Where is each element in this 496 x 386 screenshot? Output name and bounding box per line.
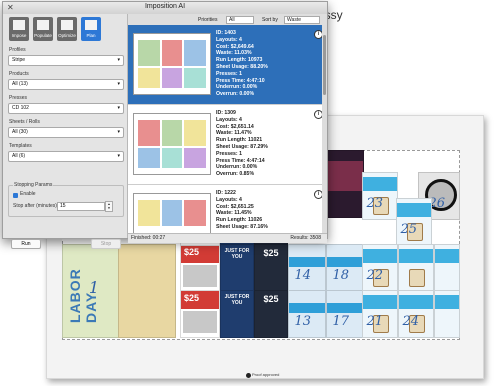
coupon-card: 17 xyxy=(326,290,364,338)
plan-icon xyxy=(85,20,97,30)
priorities-select[interactable]: All xyxy=(226,16,254,24)
products-select[interactable]: All (13) ▾ xyxy=(8,79,124,90)
status-bar: Finished: 00:27 Results: 3508 xyxy=(128,233,327,243)
labor-day-card xyxy=(118,244,176,338)
result-row[interactable]: ID: 1222 Layouts: 4 Cost: $2,651.25 Wast… xyxy=(128,185,322,233)
coupon-card xyxy=(398,244,434,292)
optimize-icon xyxy=(61,20,73,30)
sheets-select[interactable]: All (30) ▾ xyxy=(8,127,124,138)
coupon-card xyxy=(434,290,460,338)
result-thumbnail xyxy=(133,33,211,95)
result-thumbnail xyxy=(133,113,211,175)
templates-select[interactable]: All (6) ▾ xyxy=(8,151,124,162)
stop-button[interactable]: Stop xyxy=(91,239,121,249)
chevron-down-icon: ▾ xyxy=(117,81,120,87)
coupon-card: 18 xyxy=(326,244,364,292)
result-details: ID: 1403 Layouts: 4 Cost: $2,649.64 Wast… xyxy=(216,30,268,98)
info-icon[interactable]: i xyxy=(314,30,322,39)
coupon-card: 13 xyxy=(288,290,326,338)
priorities-label: Priorities xyxy=(198,17,218,23)
settings-panel: Impose Populate Optimize Plan Profiles S… xyxy=(3,14,128,249)
chevron-down-icon: ▾ xyxy=(117,153,120,159)
coupon-card xyxy=(434,244,460,292)
plan-button[interactable]: Plan xyxy=(81,17,101,41)
populate-button[interactable]: Populate xyxy=(33,17,53,41)
stopping-params-group: Stopping Params Enable Stop after (minut… xyxy=(8,182,124,217)
profiles-label: Profiles xyxy=(9,47,26,53)
presses-select[interactable]: CD 102 ▾ xyxy=(8,103,124,114)
run-button[interactable]: Run xyxy=(11,239,41,249)
promo-card: JUST FOR YOU xyxy=(220,244,254,292)
stop-after-input[interactable]: 15 xyxy=(57,202,105,211)
optimize-button[interactable]: Optimize xyxy=(57,17,77,41)
impose-button[interactable]: Impose xyxy=(9,17,29,41)
coupon-card: 25 xyxy=(396,198,432,246)
coupon-card: 23 xyxy=(362,172,398,220)
result-details: ID: 1309 Layouts: 4 Cost: $2,651.14 Wast… xyxy=(216,110,268,178)
finished-time: Finished: 00:27 xyxy=(131,235,166,241)
results-count: Results: 3508 xyxy=(290,235,321,241)
chevron-down-icon: ▾ xyxy=(117,57,120,63)
result-thumbnail xyxy=(133,193,211,233)
profiles-select[interactable]: Stripe ▾ xyxy=(8,55,124,66)
products-label: Products xyxy=(9,71,29,77)
enable-label: Enable xyxy=(20,191,36,197)
results-scrollbar[interactable] xyxy=(322,25,327,233)
coupon-card: 24 xyxy=(398,290,434,338)
sort-by-select[interactable]: Waste xyxy=(284,16,320,24)
presses-label: Presses xyxy=(9,95,28,101)
window-title: Imposition AI xyxy=(144,3,186,10)
registration-mark xyxy=(246,373,251,378)
coupon-card: 22 xyxy=(362,244,398,292)
populate-icon xyxy=(37,20,49,30)
result-details: ID: 1222 Layouts: 4 Cost: $2,651.25 Wast… xyxy=(216,190,268,230)
coupon-card: 21 xyxy=(362,290,398,338)
promo-card: $25 xyxy=(254,290,288,338)
info-icon[interactable]: i xyxy=(314,110,322,119)
results-panel: Priorities All Sort by Waste ID: 1403 La… xyxy=(128,14,327,243)
result-row[interactable]: ID: 1309 Layouts: 4 Cost: $2,651.14 Wast… xyxy=(128,105,322,185)
proof-approved-label: Proof approved xyxy=(252,372,280,377)
sheets-label: Sheets / Rolls xyxy=(9,119,40,125)
stopping-params-label: Stopping Params xyxy=(13,182,54,188)
enable-checkbox[interactable] xyxy=(13,193,18,198)
promo-card: $25 xyxy=(254,244,288,292)
photo-card xyxy=(324,150,364,218)
sort-by-label: Sort by xyxy=(262,17,278,23)
coupon-card: $25 xyxy=(180,244,220,292)
result-row[interactable]: ID: 1403 Layouts: 4 Cost: $2,649.64 Wast… xyxy=(128,25,322,105)
info-icon[interactable]: i xyxy=(314,190,322,199)
coupon-card: 14 xyxy=(288,244,326,292)
templates-label: Templates xyxy=(9,143,32,149)
impose-icon xyxy=(13,20,25,30)
chevron-down-icon: ▾ xyxy=(117,105,120,111)
stop-after-stepper[interactable]: ▲ ▼ xyxy=(105,201,113,212)
results-list[interactable]: ID: 1403 Layouts: 4 Cost: $2,649.64 Wast… xyxy=(128,25,322,233)
chevron-down-icon: ▾ xyxy=(117,129,120,135)
imposition-ai-window: ✕ Imposition AI Impose Populate Optimize… xyxy=(2,1,328,249)
promo-card: JUST FOR YOU xyxy=(220,290,254,338)
coupon-card: $25 xyxy=(180,290,220,338)
labor-day-card: LABOR DAY 1 xyxy=(62,244,120,338)
stop-after-label: Stop after (minutes) xyxy=(13,203,57,209)
